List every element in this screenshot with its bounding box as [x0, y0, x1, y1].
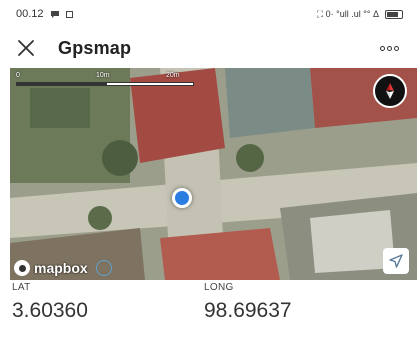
status-left: 00.12: [16, 8, 73, 20]
longitude-block: LONG 98.69637: [204, 282, 292, 323]
mapbox-logo-icon: [14, 260, 30, 276]
navigation-arrow-icon: [389, 254, 403, 268]
scale-line: [16, 82, 194, 86]
coordinates-panel: LAT 3.60360 LONG 98.69637: [0, 282, 417, 342]
notification-icon: [65, 10, 73, 18]
scale-label-0: 0: [16, 72, 20, 79]
mapbox-logo[interactable]: mapbox: [14, 260, 112, 276]
map-view[interactable]: 0 10m 20m mapbox: [10, 68, 417, 280]
locate-me-button[interactable]: [383, 248, 409, 274]
latitude-value: 3.60360: [12, 299, 88, 322]
map-scale-bar: 0 10m 20m: [16, 72, 196, 90]
longitude-label: LONG: [204, 282, 234, 293]
latitude-label: LAT: [12, 282, 31, 293]
more-options-button[interactable]: [375, 38, 403, 58]
info-circle-icon[interactable]: [95, 260, 112, 276]
status-bar: 00.12 ⛶ 0· °ull .ul °° Δ: [0, 0, 417, 28]
close-button[interactable]: [14, 36, 38, 60]
status-time: 00.12: [16, 8, 44, 20]
status-right: ⛶ 0· °ull .ul °° Δ: [317, 9, 403, 20]
compass-icon: [386, 83, 394, 99]
satellite-imagery: [10, 68, 417, 280]
app-bar: Gpsmap: [0, 30, 417, 66]
page-title: Gpsmap: [58, 37, 132, 58]
message-icon: [50, 10, 59, 18]
scale-label-10: 10m: [96, 72, 110, 79]
battery-icon: [385, 9, 403, 19]
more-options-icon: [379, 45, 385, 51]
compass-button[interactable]: [373, 74, 407, 108]
latitude-block: LAT 3.60360: [12, 282, 88, 323]
current-location-marker: [172, 188, 192, 208]
status-indicators: ⛶ 0· °ull .ul °° Δ: [316, 8, 379, 19]
longitude-value: 98.69637: [204, 299, 292, 322]
scale-label-20: 20m: [166, 72, 180, 79]
close-icon: [18, 40, 34, 56]
mapbox-wordmark: mapbox: [34, 260, 88, 276]
